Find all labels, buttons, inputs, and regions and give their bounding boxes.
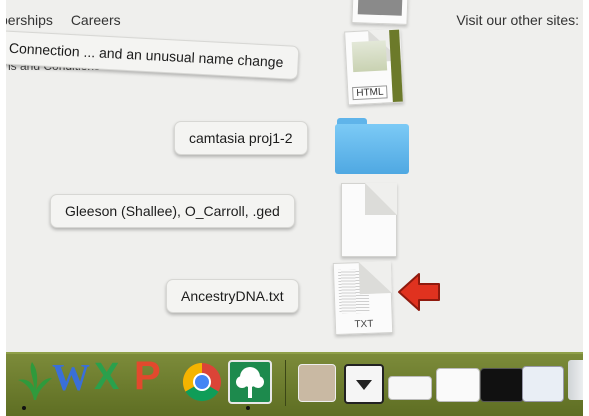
document-stack-icon[interactable] — [298, 364, 336, 402]
trash-icon[interactable] — [568, 360, 583, 400]
partial-file-icon[interactable] — [351, 0, 409, 25]
stack-item-label[interactable]: AncestryDNA.txt — [166, 279, 299, 313]
blank-document-icon[interactable] — [341, 183, 397, 257]
powerpoint-icon[interactable]: P — [134, 354, 161, 399]
txt-file-icon[interactable]: TXT — [332, 261, 394, 335]
stack-item-label[interactable]: camtasia proj1-2 — [174, 121, 308, 155]
screenshot-thumbnail-icon[interactable] — [388, 376, 432, 400]
leaf-app-icon[interactable] — [14, 360, 54, 404]
downloads-stack-icon[interactable] — [344, 364, 384, 404]
nav-link-memberships[interactable]: berships — [6, 12, 53, 28]
red-arrow-icon — [398, 273, 440, 311]
family-tree-icon[interactable] — [228, 360, 272, 404]
chrome-icon[interactable] — [182, 362, 222, 402]
file-badge: HTML — [352, 85, 388, 101]
folder-icon[interactable] — [335, 118, 409, 174]
video-thumbnail-icon[interactable] — [480, 368, 524, 402]
stack-item-label[interactable]: Gleeson (Shallee), O_Carroll, .ged — [50, 194, 295, 228]
word-icon[interactable]: W — [52, 356, 90, 400]
calendar-thumbnail-icon[interactable] — [436, 368, 480, 402]
nav-link-careers[interactable]: Careers — [71, 12, 121, 28]
file-badge: TXT — [354, 318, 374, 331]
dock: W X P — [6, 352, 583, 416]
excel-icon[interactable]: X — [94, 356, 119, 399]
desktop-screen: berships Careers Visit our other sites: … — [6, 0, 583, 416]
html-file-icon[interactable]: HTML — [344, 28, 404, 106]
finder-window-icon[interactable] — [522, 366, 564, 402]
background-nav: berships Careers — [6, 12, 135, 28]
dock-separator — [285, 360, 286, 406]
other-sites-text: Visit our other sites: — [456, 12, 579, 28]
